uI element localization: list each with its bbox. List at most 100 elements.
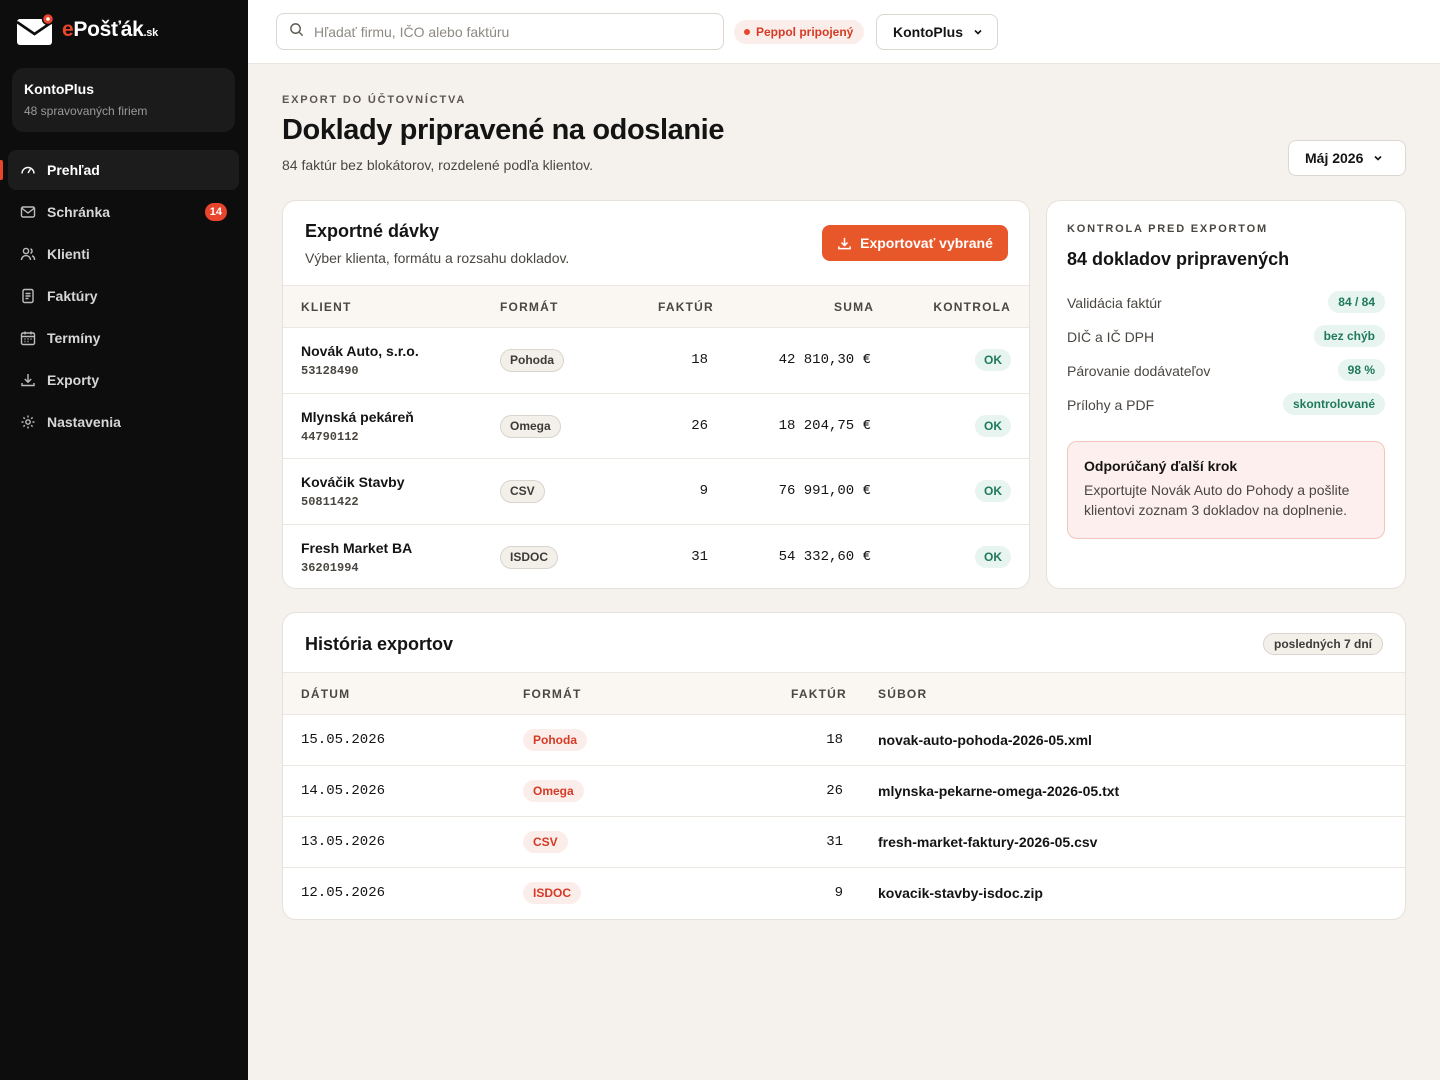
sidebar-item-schranka[interactable]: Schránka 14 xyxy=(8,192,239,232)
column-header-suma: SUMA xyxy=(834,300,875,314)
table-row[interactable]: Fresh Market BA 36201994 ISDOC 31 54 332… xyxy=(283,525,1029,588)
sidebar-item-terminy[interactable]: Termíny xyxy=(8,318,239,358)
period-badge: posledných 7 dní xyxy=(1262,633,1383,655)
client-ico: 50811422 xyxy=(301,495,359,509)
format-badge: Omega xyxy=(500,415,561,438)
client-name: Novák Auto, s.r.o. xyxy=(301,343,419,359)
check-item: DIČ a IČ DPH bez chýb xyxy=(1067,325,1385,349)
sidebar-item-label: Exporty xyxy=(47,372,100,388)
org-card[interactable]: KontoPlus 48 spravovaných firiem xyxy=(12,68,235,132)
card-title: História exportov xyxy=(305,634,454,654)
invoice-sum: 54 332,60 € xyxy=(778,549,871,565)
invoice-sum: 76 991,00 € xyxy=(778,483,871,499)
chevron-down-icon xyxy=(973,27,983,37)
status-dot-icon xyxy=(744,29,750,35)
column-header-klient: KLIENT xyxy=(301,300,352,314)
sidebar: ePošťák.sk KontoPlus 48 spravovaných fir… xyxy=(0,0,248,1080)
format-badge: Pohoda xyxy=(500,349,564,372)
export-date: 15.05.2026 xyxy=(301,732,386,748)
check-item: Párovanie dodávateľov 98 % xyxy=(1067,359,1385,383)
invoice-count: 26 xyxy=(691,418,708,434)
table-row[interactable]: Mlynská pekáreň 44790112 Omega 26 18 204… xyxy=(283,394,1029,459)
document-icon xyxy=(20,288,36,304)
format-badge: ISDOC xyxy=(500,546,559,569)
format-badge: CSV xyxy=(523,831,568,853)
topbar: Peppol pripojený KontoPlus xyxy=(248,0,1440,64)
sidebar-item-label: Termíny xyxy=(47,330,101,346)
table-row[interactable]: 12.05.2026 ISDOC 9 kovacik-stavby-isdoc.… xyxy=(283,868,1405,919)
month-selector[interactable]: Máj 2026 xyxy=(1288,140,1406,176)
inbox-icon xyxy=(20,204,36,220)
check-item-value: 84 / 84 xyxy=(1328,291,1385,313)
recommendation-box: Odporúčaný ďalší krok Exportujte Novák A… xyxy=(1067,441,1385,539)
peppol-status-badge: Peppol pripojený xyxy=(734,20,865,44)
org-selector[interactable]: KontoPlus xyxy=(876,14,998,50)
peppol-status-label: Peppol pripojený xyxy=(756,25,854,39)
table-row[interactable]: 14.05.2026 Omega 26 mlynska-pekarne-omeg… xyxy=(283,766,1405,817)
status-badge: OK xyxy=(975,349,1011,371)
column-header-subor: SÚBOR xyxy=(878,687,928,701)
format-badge: Pohoda xyxy=(523,729,587,751)
card-title: Exportné dávky xyxy=(305,221,440,241)
format-badge: ISDOC xyxy=(523,882,582,904)
check-item-value: skontrolované xyxy=(1282,393,1385,415)
check-item-label: DIČ a IČ DPH xyxy=(1067,329,1155,345)
gear-icon xyxy=(20,414,36,430)
check-item-label: Párovanie dodávateľov xyxy=(1067,363,1211,379)
sidebar-item-label: Schránka xyxy=(47,204,111,220)
client-ico: 36201994 xyxy=(301,561,359,575)
export-date: 13.05.2026 xyxy=(301,834,386,850)
export-file-link[interactable]: mlynska-pekarne-omega-2026-05.txt xyxy=(878,783,1119,799)
client-name: Fresh Market BA xyxy=(301,540,413,556)
export-history-card: História exportov posledných 7 dní DÁTUM… xyxy=(282,612,1406,920)
envelope-logo-icon xyxy=(16,12,55,47)
export-file-link[interactable]: fresh-market-faktury-2026-05.csv xyxy=(878,834,1097,850)
export-file-link[interactable]: novak-auto-pohoda-2026-05.xml xyxy=(878,732,1092,748)
export-selected-button[interactable]: Exportovať vybrané xyxy=(822,225,1008,261)
table-row[interactable]: Kováčik Stavby 50811422 CSV 9 76 991,00 … xyxy=(283,459,1029,525)
recommendation-text: Exportujte Novák Auto do Pohody a pošlit… xyxy=(1084,482,1350,518)
sidebar-item-faktury[interactable]: Faktúry xyxy=(8,276,239,316)
unread-count-badge: 14 xyxy=(204,203,227,221)
table-header: KLIENT FORMÁT FAKTÚR SUMA KONTROLA xyxy=(283,285,1029,328)
sidebar-item-label: Faktúry xyxy=(47,288,98,304)
format-badge: CSV xyxy=(500,480,545,503)
recommendation-title: Odporúčaný ďalší krok xyxy=(1084,458,1238,474)
org-subtitle: 48 spravovaných firiem xyxy=(24,104,148,118)
table-row[interactable]: 15.05.2026 Pohoda 18 novak-auto-pohoda-2… xyxy=(283,715,1405,766)
check-item-label: Prílohy a PDF xyxy=(1067,397,1155,413)
sidebar-item-prehlad[interactable]: Prehľad xyxy=(0,150,239,190)
client-ico: 44790112 xyxy=(301,430,359,444)
page-title: Doklady pripravené na odoslanie xyxy=(282,114,725,146)
pre-export-check-card: KONTROLA PRED EXPORTOM 84 dokladov pripr… xyxy=(1046,200,1406,589)
invoice-count: 9 xyxy=(834,885,843,901)
status-badge: OK xyxy=(975,546,1011,568)
check-item: Prílohy a PDF skontrolované xyxy=(1067,393,1385,417)
logo-prefix: e xyxy=(62,18,74,41)
export-file-link[interactable]: kovacik-stavby-isdoc.zip xyxy=(878,885,1043,901)
table-row[interactable]: 13.05.2026 CSV 31 fresh-market-faktury-2… xyxy=(283,817,1405,868)
logo-text: ePošťák.sk xyxy=(62,18,158,42)
users-icon xyxy=(20,246,36,262)
download-icon xyxy=(20,372,36,388)
search-box[interactable] xyxy=(276,13,724,50)
column-header-kontrola: KONTROLA xyxy=(933,300,1011,314)
client-ico: 53128490 xyxy=(301,364,359,378)
column-header-datum: DÁTUM xyxy=(301,687,351,701)
app-logo[interactable]: ePošťák.sk xyxy=(16,12,158,48)
export-date: 12.05.2026 xyxy=(301,885,386,901)
invoice-count: 31 xyxy=(826,834,843,850)
page-eyebrow: EXPORT DO ÚČTOVNÍCTVA xyxy=(282,94,467,106)
sidebar-item-label: Klienti xyxy=(47,246,90,262)
format-badge: Omega xyxy=(523,780,584,802)
sidebar-item-nastavenia[interactable]: Nastavenia xyxy=(8,402,239,442)
check-item-label: Validácia faktúr xyxy=(1067,295,1162,311)
month-selector-label: Máj 2026 xyxy=(1305,150,1364,166)
sidebar-item-label: Nastavenia xyxy=(47,414,121,430)
search-icon xyxy=(289,22,304,42)
search-input[interactable] xyxy=(314,23,694,40)
invoice-sum: 18 204,75 € xyxy=(778,418,871,434)
sidebar-item-klienti[interactable]: Klienti xyxy=(8,234,239,274)
table-row[interactable]: Novák Auto, s.r.o. 53128490 Pohoda 18 42… xyxy=(283,328,1029,394)
sidebar-item-exporty[interactable]: Exporty xyxy=(8,360,239,400)
